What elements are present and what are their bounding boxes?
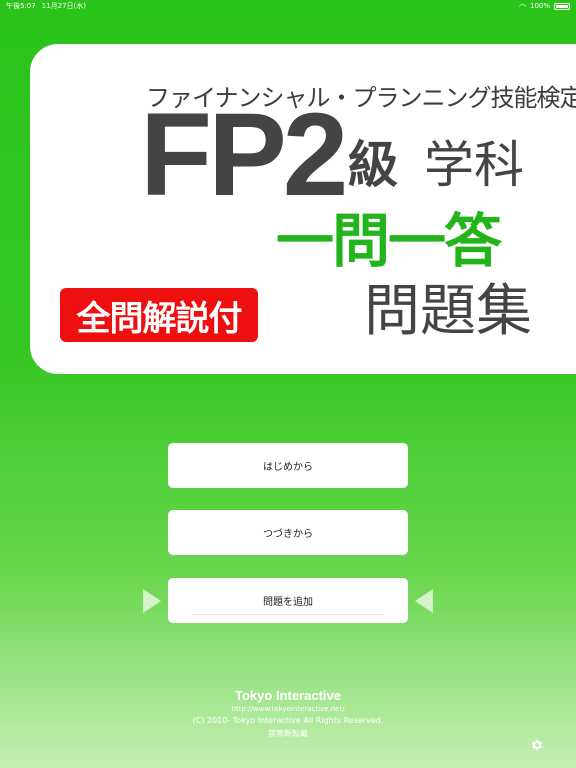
reprint-notice: 禁無断転載 (268, 729, 308, 738)
arrow-left-icon (415, 589, 433, 613)
gear-icon[interactable] (530, 737, 544, 751)
status-bar: 午後5:07 11月27日(水) ◠ 100% (0, 0, 576, 12)
quiz-format: 一問一答 (276, 207, 502, 275)
exam-grade: 級 (348, 136, 398, 194)
exam-name: FP2 (140, 89, 348, 221)
add-questions-label: 問題を追加 (263, 597, 313, 608)
brand-url[interactable]: http://www.tokyointeractive.net/ (0, 705, 576, 713)
explanation-badge: 全問解説付 (60, 288, 258, 342)
collection-label: 問題集 (364, 279, 532, 344)
battery-percent: 100% (529, 2, 550, 10)
brand-name: Tokyo Interactive (235, 688, 341, 703)
continue-button[interactable]: つづきから (168, 510, 408, 555)
button-divider (192, 614, 384, 615)
wifi-icon: ◠ (519, 1, 526, 11)
add-questions-button[interactable]: 問題を追加 (168, 578, 408, 623)
status-time: 午後5:07 (6, 2, 36, 10)
copyright: (C) 2010- Tokyo Interactive All Rights R… (192, 716, 384, 725)
battery-icon (554, 2, 570, 10)
exam-subject: 学科 (424, 136, 524, 194)
status-date: 11月27日(水) (41, 2, 87, 10)
start-button[interactable]: はじめから (168, 443, 408, 488)
arrow-right-icon (143, 589, 161, 613)
